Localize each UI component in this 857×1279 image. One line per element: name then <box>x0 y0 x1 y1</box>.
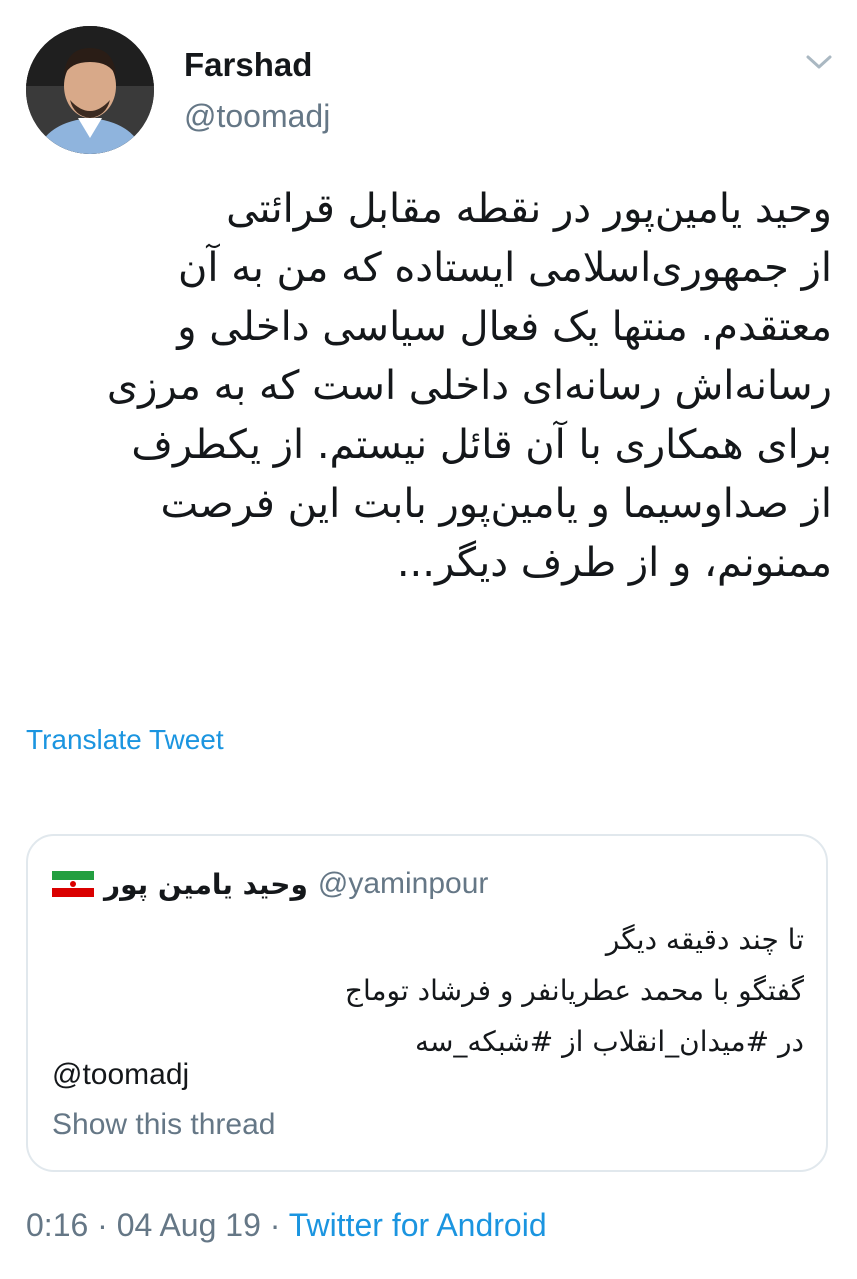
tweet-line: ممنونم، و از طرف دیگر... <box>396 540 832 586</box>
quoted-line: گفتگو با محمد عطریانفر و فرشاد توماج <box>344 974 804 1007</box>
chevron-down-icon[interactable] <box>804 50 834 74</box>
author-handle[interactable]: @toomadj <box>184 98 330 135</box>
meta-separator: · <box>88 1207 117 1243</box>
tweet-source-link[interactable]: Twitter for Android <box>289 1207 547 1243</box>
quoted-author-handle[interactable]: @yaminpour <box>318 867 489 901</box>
quoted-author-name[interactable]: وحید یامین پور <box>104 868 308 901</box>
tweet-line: از جمهوری‌اسلامی ایستاده که من به آن <box>178 245 832 291</box>
quoted-mention[interactable]: @toomadj <box>52 1058 189 1092</box>
translate-tweet-link[interactable]: Translate Tweet <box>26 724 224 756</box>
meta-separator: · <box>260 1207 289 1243</box>
profile-photo-icon <box>26 26 154 154</box>
tweet-line: برای همکاری با آن قائل نیستم. از یکطرف <box>131 422 832 468</box>
tweet-line: وحید یامین‌پور در نقطه مقابل قرائتی <box>226 186 832 232</box>
quoted-tweet-header: وحید یامین پور @yaminpour <box>52 864 488 904</box>
quoted-line: تا چند دقیقه دیگر <box>605 923 804 956</box>
tweet-text: وحید یامین‌پور در نقطه مقابل قرائتی از ج… <box>22 180 832 593</box>
tweet-time: 0:16 <box>26 1207 89 1243</box>
tweet-date: 04 Aug 19 <box>116 1207 261 1243</box>
author-name[interactable]: Farshad <box>184 46 312 84</box>
quoted-tweet-text: تا چند دقیقه دیگر گفتگو با محمد عطریانفر… <box>52 914 804 1067</box>
avatar[interactable] <box>26 26 154 154</box>
tweet-line: رسانه‌اش رسانه‌ای داخلی است که به مرزی <box>106 363 832 409</box>
tweet-line: از صداوسیما و یامین‌پور بابت این فرصت <box>160 481 832 527</box>
show-thread-link[interactable]: Show this thread <box>52 1108 275 1142</box>
tweet-meta: 0:16 · 04 Aug 19 · Twitter for Android <box>26 1207 547 1244</box>
iran-flag-icon <box>52 871 94 898</box>
tweet-line: معتقدم. منتها یک فعال سیاسی داخلی و <box>177 304 832 350</box>
